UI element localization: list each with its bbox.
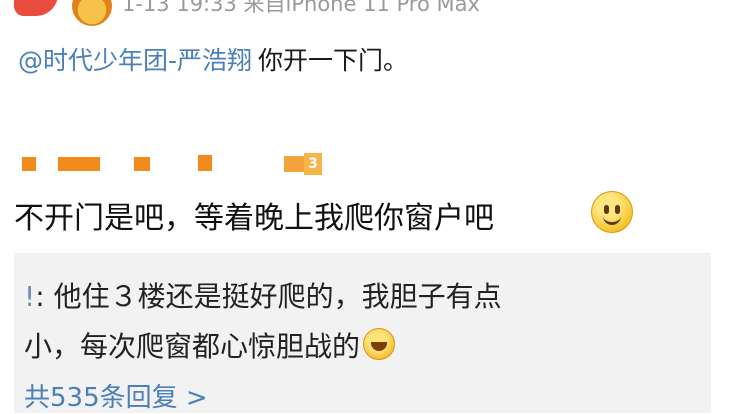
- verified-badge-icon: [72, 0, 112, 26]
- laugh-cry-emoji-icon: [363, 328, 396, 360]
- view-all-replies-link[interactable]: 共535条回复 >: [24, 377, 208, 414]
- reply-author[interactable]: !: [24, 280, 35, 313]
- redaction-block: [58, 157, 100, 171]
- level-flag: [284, 156, 304, 172]
- mention-link[interactable]: @时代少年团-严浩翔: [18, 46, 252, 75]
- redaction-block: [198, 155, 212, 171]
- commenter-name-redacted[interactable]: 3: [22, 153, 322, 175]
- level-number: 3: [304, 153, 322, 175]
- post-timestamp-source: 1-13 19:33 来自iPhone 11 Pro Max: [122, 0, 480, 16]
- level-badge-icon: 3: [284, 153, 322, 175]
- smile-mouth: [603, 213, 621, 225]
- smile-emoji-icon: [591, 191, 633, 233]
- redaction-block: [22, 157, 36, 171]
- redaction-block: [134, 157, 150, 171]
- post-message: 你开一下门。: [258, 46, 409, 75]
- reply-line-2: 小，每次爬窗都心惊胆战的: [24, 325, 396, 365]
- post-body: @时代少年团-严浩翔 你开一下门。: [18, 41, 408, 77]
- avatar[interactable]: [14, 0, 112, 26]
- avatar-image: [14, 0, 58, 16]
- reply-text-2: 小，每次爬窗都心惊胆战的: [24, 330, 361, 363]
- reply-preview[interactable]: !: 他住３楼还是挺好爬的，我胆子有点 小，每次爬窗都心惊胆战的 共535条回复…: [14, 253, 711, 413]
- reply-text-1: : 他住３楼还是挺好爬的，我胆子有点: [35, 280, 502, 313]
- post-header: 1-13 19:33 来自iPhone 11 Pro Max: [0, 0, 735, 26]
- reply-line-1: !: 他住３楼还是挺好爬的，我胆子有点: [24, 275, 502, 315]
- comment-text: 不开门是吧，等着晚上我爬你窗户吧: [14, 201, 494, 236]
